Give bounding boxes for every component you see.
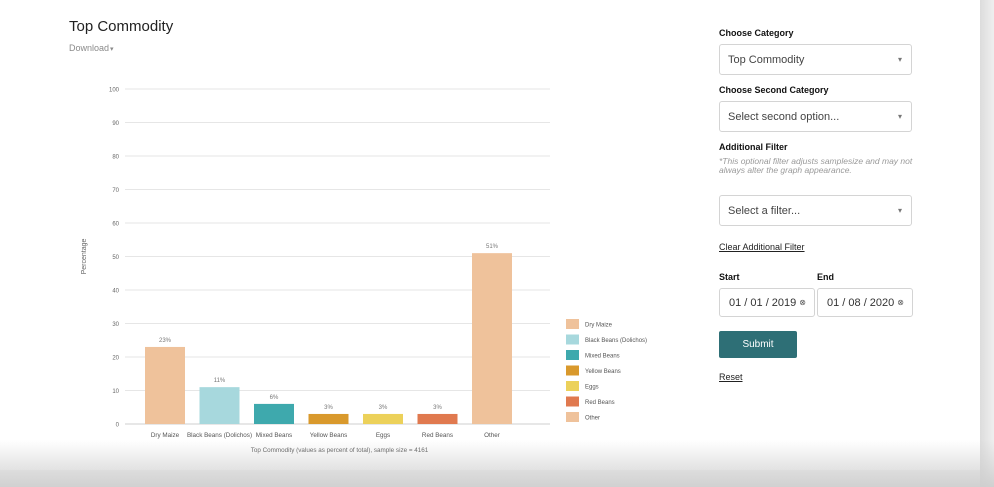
bar <box>472 253 512 424</box>
additional-filter-label: Additional Filter <box>719 142 788 152</box>
bar <box>199 387 240 424</box>
category-label: Choose Category <box>719 28 794 38</box>
start-label: Start <box>719 272 740 282</box>
y-tick-label: 10 <box>112 389 119 395</box>
chevron-down-icon: ▾ <box>897 206 902 215</box>
y-tick-label: 90 <box>112 121 119 127</box>
additional-filter-placeholder: Select a filter... <box>728 204 801 217</box>
x-tick-label: Dry Maize <box>151 432 180 439</box>
bar-value-label: 3% <box>324 405 333 411</box>
bar <box>254 403 294 424</box>
start-date-input[interactable]: 01 / 01 / 2019 ⊗ <box>719 288 815 317</box>
reset-link[interactable]: Reset <box>719 372 743 382</box>
clear-date-icon[interactable]: ⊗ <box>799 298 806 307</box>
clear-filter-link[interactable]: Clear Additional Filter <box>719 242 805 252</box>
second-category-placeholder: Select second option... <box>728 110 840 123</box>
bar-value-label: 23% <box>159 338 172 344</box>
y-tick-label: 30 <box>112 322 119 328</box>
legend-swatch <box>566 365 579 376</box>
x-tick-label: Black Beans (Dolichos) <box>187 432 252 439</box>
bar-value-label: 11% <box>214 378 226 384</box>
additional-filter-select[interactable]: Select a filter... ▾ <box>719 195 912 226</box>
y-tick-label: 70 <box>112 188 119 194</box>
y-axis-label: Percentage <box>81 238 88 274</box>
x-axis-label: Top Commodity (values as percent of tota… <box>251 447 429 454</box>
x-tick-label: Other <box>484 432 500 439</box>
legend-swatch <box>566 350 579 360</box>
legend-swatch <box>566 396 579 407</box>
x-tick-label: Yellow Beans <box>310 432 348 439</box>
y-tick-label: 80 <box>112 155 119 161</box>
bar <box>145 346 185 424</box>
chevron-down-icon: ▾ <box>897 55 902 64</box>
y-tick-label: 60 <box>112 222 119 228</box>
legend-label: Eggs <box>585 385 599 391</box>
end-date-value: 01 / 08 / 2020 <box>827 296 895 309</box>
y-tick-label: 50 <box>112 255 119 261</box>
submit-button[interactable]: Submit <box>719 331 797 358</box>
additional-filter-hint: *This optional filter adjusts samplesize… <box>719 156 913 175</box>
bar <box>417 413 458 424</box>
legend-label: Mixed Beans <box>585 354 620 360</box>
bar <box>363 413 403 424</box>
legend-label: Red Beans <box>585 400 615 406</box>
bar <box>308 413 349 424</box>
y-tick-label: 20 <box>112 356 119 362</box>
legend-swatch <box>566 319 579 329</box>
y-tick-label: 0 <box>116 423 120 429</box>
x-tick-label: Eggs <box>376 432 390 439</box>
y-tick-label: 40 <box>112 289 119 295</box>
end-date-input[interactable]: 01 / 08 / 2020 ⊗ <box>817 288 913 317</box>
legend-swatch <box>566 334 579 345</box>
legend-label: Dry Maize <box>585 323 613 329</box>
end-label: End <box>817 272 834 282</box>
legend-swatch <box>566 381 579 391</box>
legend-label: Yellow Beans <box>585 369 621 375</box>
second-category-label: Choose Second Category <box>719 85 829 95</box>
legend-swatch <box>566 412 579 422</box>
chevron-down-icon: ▾ <box>897 112 902 121</box>
category-select[interactable]: Top Commodity ▾ <box>719 44 912 75</box>
start-date-value: 01 / 01 / 2019 <box>729 296 797 309</box>
bar-value-label: 6% <box>270 395 279 401</box>
category-value: Top Commodity <box>728 53 805 66</box>
legend-label: Other <box>585 416 600 422</box>
bar-value-label: 51% <box>486 244 499 250</box>
x-tick-label: Mixed Beans <box>256 432 292 439</box>
legend-label: Black Beans (Dolichos) <box>585 338 647 344</box>
x-tick-label: Red Beans <box>422 432 453 439</box>
bar-value-label: 3% <box>433 405 442 411</box>
second-category-select[interactable]: Select second option... ▾ <box>719 101 912 132</box>
clear-date-icon[interactable]: ⊗ <box>897 298 904 307</box>
y-tick-label: 100 <box>109 88 120 94</box>
bar-value-label: 3% <box>379 405 388 411</box>
